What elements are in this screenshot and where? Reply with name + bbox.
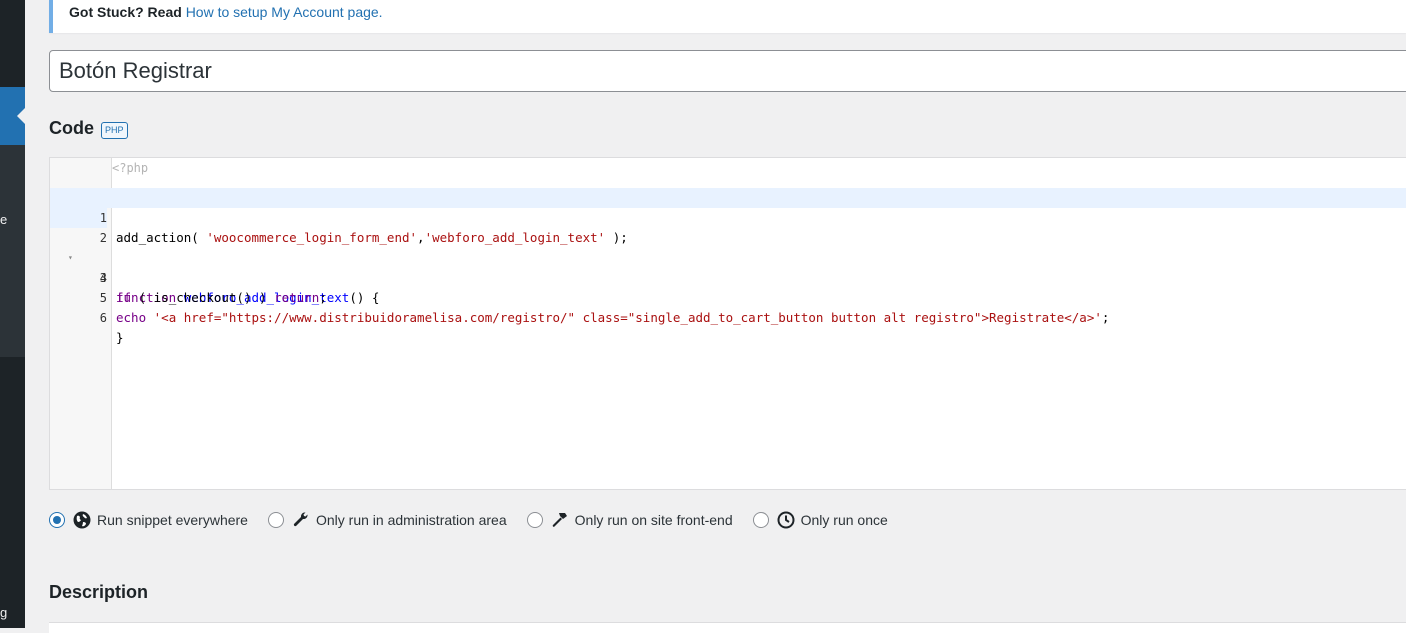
scope-front-end-label: Only run on site front-end xyxy=(574,512,733,528)
snippet-title-input[interactable]: Botón Registrar xyxy=(49,50,1406,92)
sidebar-active-item[interactable] xyxy=(0,87,25,145)
scope-once-label: Only run once xyxy=(800,512,888,528)
code-line[interactable]: ▾ 3 function webforo_add_login_text() { xyxy=(50,228,1406,305)
code-editor[interactable]: <?php 1 add_action( 'woocommerce_login_f… xyxy=(49,157,1406,490)
scope-front-end[interactable]: Only run on site front-end xyxy=(526,511,733,529)
sidebar-submenu xyxy=(0,145,25,357)
line-number: 6 xyxy=(99,311,107,325)
scope-everywhere[interactable]: Run snippet everywhere xyxy=(49,511,248,529)
scope-everywhere-label: Run snippet everywhere xyxy=(97,512,248,528)
code-text: } xyxy=(116,330,124,345)
code-line[interactable]: 2 xyxy=(50,208,1406,245)
scope-once-radio[interactable] xyxy=(752,512,769,528)
scope-admin-label: Only run in administration area xyxy=(315,512,507,528)
code-text: echo '<a href="https://www.distribuidora… xyxy=(116,308,1109,328)
setup-guide-link[interactable]: How to setup My Account page. xyxy=(186,4,383,20)
description-heading: Description xyxy=(49,582,149,602)
help-notice: Got Stuck? Read How to setup My Account … xyxy=(49,0,1406,33)
scope-admin-radio[interactable] xyxy=(267,512,284,528)
code-line[interactable]: 1 add_action( 'woocommerce_login_form_en… xyxy=(50,188,1406,245)
scope-options: Run snippet everywhere Only run in admin… xyxy=(49,509,908,531)
sidebar-submenu-item[interactable]: e xyxy=(0,212,7,227)
php-badge: PHP xyxy=(101,122,128,139)
sidebar-menu-item[interactable]: g xyxy=(0,605,7,620)
code-token: echo xyxy=(116,310,147,325)
scope-once[interactable]: Only run once xyxy=(752,511,888,529)
code-heading: Code xyxy=(49,118,94,138)
code-line[interactable]: 5 echo '<a href="https://www.distribuido… xyxy=(50,268,1406,325)
globe-icon xyxy=(73,511,91,529)
php-open-tag: <?php xyxy=(112,161,149,175)
wrench-icon xyxy=(292,511,310,529)
scope-admin[interactable]: Only run in administration area xyxy=(267,511,507,529)
code-line[interactable]: 4 if ( is_checkout() ) return; xyxy=(50,248,1406,305)
scope-everywhere-radio[interactable] xyxy=(49,512,65,528)
clock-icon xyxy=(777,511,795,529)
notice-prefix: Got Stuck? Read xyxy=(69,4,182,20)
code-token: ; xyxy=(1101,310,1110,325)
code-token: '<a href="https://www.distribuidoramelis… xyxy=(153,310,1102,325)
code-line[interactable]: 6 } xyxy=(50,288,1406,345)
scope-front-end-radio[interactable] xyxy=(526,512,543,528)
hammer-icon xyxy=(551,511,569,529)
admin-sidebar: e g xyxy=(0,0,25,628)
